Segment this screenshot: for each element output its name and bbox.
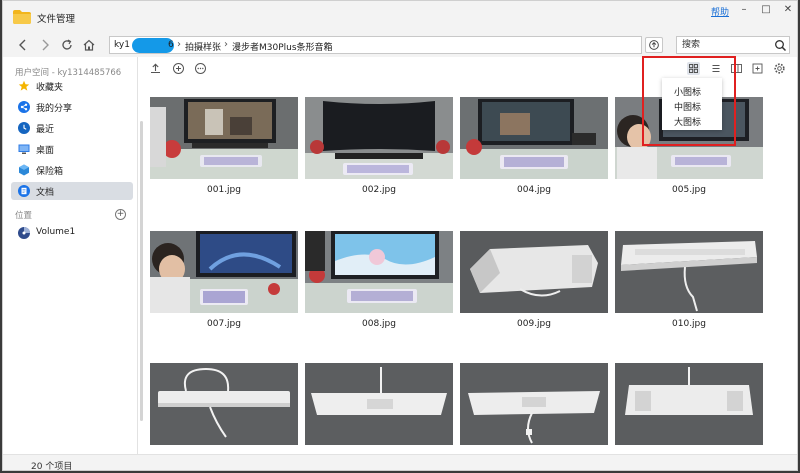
star-icon — [18, 80, 30, 91]
file-tile[interactable]: 002.jpg — [305, 87, 453, 195]
photo-thumbnail — [305, 363, 453, 445]
sidebar-item-label: 桌面 — [36, 146, 55, 156]
sidebar-item-desktop[interactable]: 桌面 — [11, 140, 133, 158]
photo-thumbnail — [305, 231, 453, 313]
file-tile[interactable] — [305, 353, 453, 453]
safe-box-icon — [19, 164, 29, 176]
list-view-icon[interactable] — [709, 62, 722, 75]
app-title: 文件管理 — [37, 14, 76, 25]
photo-thumbnail — [150, 231, 298, 313]
back-arrow-icon[interactable] — [15, 37, 31, 53]
file-tile[interactable]: 010.jpg — [615, 221, 763, 329]
photo-thumbnail — [460, 363, 608, 445]
help-link[interactable]: 帮助 — [711, 5, 729, 18]
breadcrumb-item-2[interactable]: 漫步者M30Plus条形音箱 — [232, 40, 333, 53]
file-name: 008.jpg — [362, 319, 396, 329]
search-input[interactable] — [682, 38, 770, 52]
home-icon[interactable] — [81, 37, 97, 53]
status-bar: 20 个项目 — [3, 454, 797, 471]
sidebar-item-label: 我的分享 — [36, 104, 73, 114]
forward-arrow-icon[interactable] — [37, 37, 53, 53]
file-name: 007.jpg — [207, 319, 241, 329]
file-name: 002.jpg — [362, 185, 396, 195]
file-name: 009.jpg — [517, 319, 551, 329]
desktop-icon — [18, 144, 30, 154]
clock-icon — [18, 122, 30, 134]
photo-thumbnail — [460, 97, 608, 179]
grid-view-icon[interactable] — [687, 62, 700, 75]
chevron-right-icon: › — [325, 39, 329, 50]
new-window-icon[interactable] — [751, 62, 764, 75]
photo-thumbnail — [150, 363, 298, 445]
file-tile[interactable] — [460, 353, 608, 453]
settings-gear-icon[interactable] — [773, 62, 786, 75]
item-count: 20 个项目 — [31, 462, 73, 471]
upload-icon[interactable] — [149, 62, 162, 75]
sidebar: 用户空间 - ky1314485766 收藏夹 我的分享 最近 桌面 保险箱 文… — [3, 57, 138, 454]
menu-item-small-icons[interactable]: 小图标 — [674, 85, 701, 98]
photo-thumbnail — [615, 231, 763, 313]
photo-thumbnail — [150, 97, 298, 179]
view-size-menu: 小图标 中图标 大图标 — [662, 78, 722, 130]
file-name: 004.jpg — [517, 185, 551, 195]
breadcrumb-root-tail[interactable]: 6 — [168, 40, 174, 50]
refresh-icon[interactable] — [59, 37, 75, 53]
navigation-bar: ky1 6 › 拍摄样张 › 漫步者M30Plus条形音箱 › — [3, 33, 797, 57]
search-box — [676, 36, 790, 54]
file-tile[interactable]: 008.jpg — [305, 221, 453, 329]
sidebar-item-safe[interactable]: 保险箱 — [11, 161, 133, 179]
file-tile[interactable]: 009.jpg — [460, 221, 608, 329]
sidebar-item-label: Volume1 — [36, 227, 76, 237]
close-button[interactable]: ✕ — [779, 3, 797, 17]
sidebar-item-label: 保险箱 — [36, 167, 64, 177]
menu-item-medium-icons[interactable]: 中图标 — [674, 100, 701, 113]
chevron-right-icon: › — [177, 39, 181, 50]
file-grid: 001.jpg 002.jpg 004.jpg 005.jpg 007.jpg … — [139, 87, 797, 454]
sidebar-item-label: 最近 — [36, 125, 55, 135]
chevron-right-icon: › — [224, 39, 228, 50]
file-tile[interactable] — [615, 353, 763, 453]
sidebar-item-my-shares[interactable]: 我的分享 — [11, 98, 133, 116]
breadcrumb-item-1[interactable]: 拍摄样张 — [185, 40, 221, 53]
maximize-button[interactable]: □ — [757, 3, 775, 17]
photo-thumbnail — [615, 363, 763, 445]
search-icon[interactable] — [774, 39, 787, 52]
file-name: 001.jpg — [207, 185, 241, 195]
add-location-button[interactable]: + — [115, 209, 126, 220]
disk-icon — [18, 227, 30, 239]
columns-view-icon[interactable] — [730, 62, 743, 75]
locations-header: 位置 — [15, 211, 33, 221]
upload-circle-icon[interactable] — [645, 37, 663, 53]
title-bar: 文件管理 帮助 – □ ✕ — [3, 1, 797, 33]
breadcrumb-root[interactable]: ky1 — [114, 40, 130, 50]
sidebar-item-documents[interactable]: 文档 — [11, 182, 133, 200]
sidebar-item-favorites[interactable]: 收藏夹 — [11, 77, 133, 95]
file-name: 005.jpg — [672, 185, 706, 195]
file-tile[interactable]: 004.jpg — [460, 87, 608, 195]
file-tile[interactable]: 007.jpg — [150, 221, 298, 329]
breadcrumb[interactable]: ky1 6 › 拍摄样张 › 漫步者M30Plus条形音箱 › — [109, 36, 642, 54]
file-name: 010.jpg — [672, 319, 706, 329]
file-tile[interactable] — [150, 353, 298, 453]
photo-thumbnail — [305, 97, 453, 179]
more-options-icon[interactable] — [194, 62, 207, 75]
sidebar-item-volume1[interactable]: Volume1 — [11, 224, 133, 242]
sidebar-item-label: 收藏夹 — [36, 83, 64, 93]
folder-app-icon — [13, 10, 31, 24]
share-icon — [18, 101, 30, 113]
document-icon — [18, 185, 30, 197]
file-tile[interactable]: 001.jpg — [150, 87, 298, 195]
sidebar-item-label: 文档 — [36, 188, 55, 198]
sidebar-item-recent[interactable]: 最近 — [11, 119, 133, 137]
add-circle-icon[interactable] — [172, 62, 185, 75]
menu-item-large-icons[interactable]: 大图标 — [674, 115, 701, 128]
photo-thumbnail — [460, 231, 608, 313]
minimize-button[interactable]: – — [735, 3, 753, 17]
file-manager-window: 文件管理 帮助 – □ ✕ ky1 6 › 拍摄样张 › 漫步者M30Plus条… — [2, 0, 798, 471]
